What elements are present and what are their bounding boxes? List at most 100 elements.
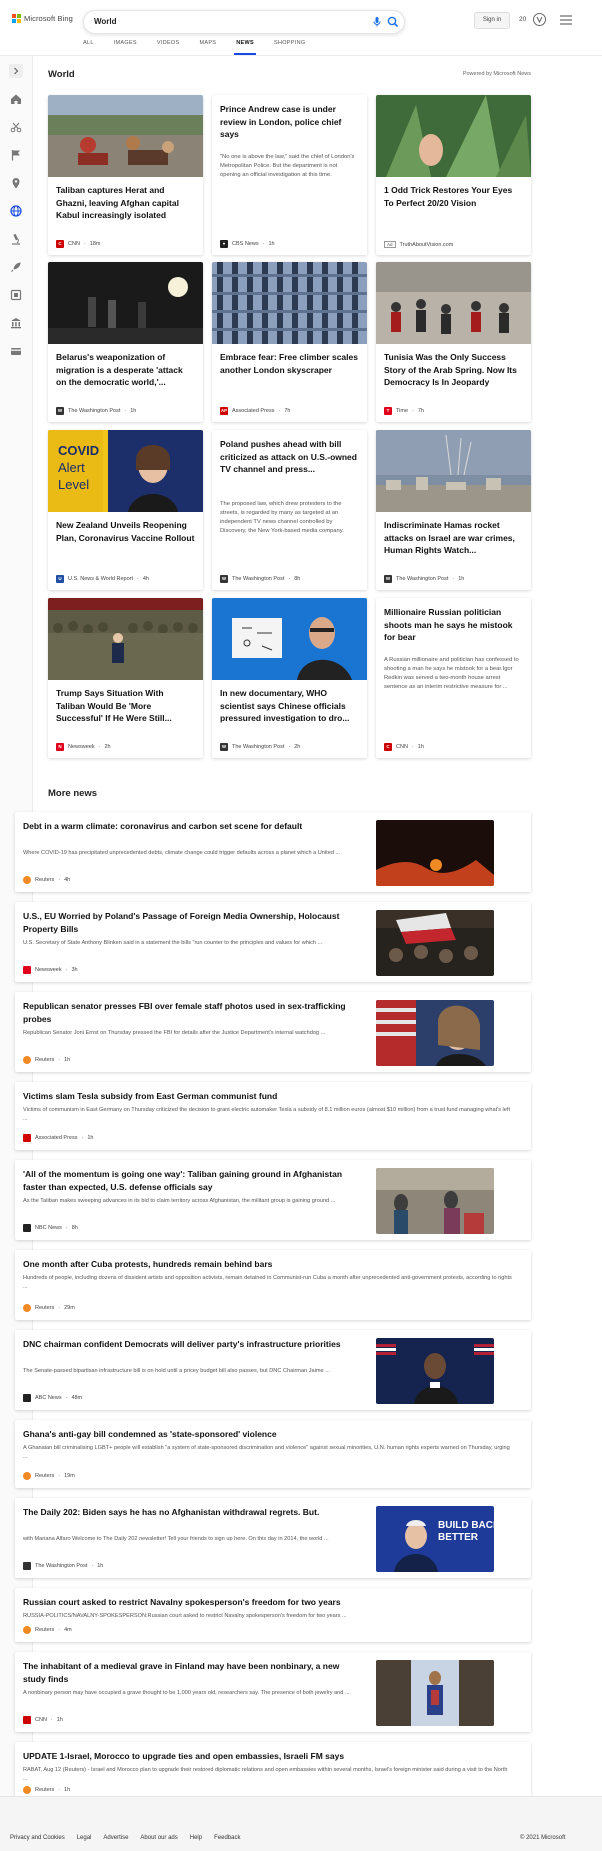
card-title[interactable]: Prince Andrew case is under review in Lo… <box>220 103 359 141</box>
news-card[interactable]: COVID Alert Level New Zealand Unveils Re… <box>48 430 203 590</box>
scissors-icon[interactable] <box>9 120 23 134</box>
footer-link-privacy[interactable]: Privacy and Cookies <box>10 1835 65 1841</box>
card-title[interactable]: Poland pushes ahead with bill criticized… <box>220 438 359 476</box>
footer-link-feedback[interactable]: Feedback <box>214 1835 240 1841</box>
source-name: Reuters <box>35 1473 55 1479</box>
card-title[interactable]: 1 Odd Trick Restores Your Eyes To Perfec… <box>384 184 523 209</box>
news-list-thumbnail[interactable] <box>376 910 494 976</box>
news-card[interactable]: Tunisia Was the Only Success Story of th… <box>376 262 531 422</box>
microphone-icon[interactable] <box>370 15 384 29</box>
news-list-item[interactable]: Ghana's anti-gay bill condemned as 'stat… <box>15 1420 531 1488</box>
card-source: ● CBS News · 1h <box>220 240 275 248</box>
card-title[interactable]: Indiscriminate Hamas rocket attacks on I… <box>384 519 523 557</box>
card-title[interactable]: Millionaire Russian politician shoots ma… <box>384 606 523 644</box>
news-list-title[interactable]: U.S., EU Worried by Poland's Passage of … <box>23 910 363 936</box>
news-list-title[interactable]: UPDATE 1-Israel, Morocco to upgrade ties… <box>23 1750 513 1763</box>
news-list-title[interactable]: The Daily 202: Biden says he has no Afgh… <box>23 1506 363 1519</box>
news-card[interactable]: Poland pushes ahead with bill criticized… <box>212 430 367 590</box>
globe-icon[interactable] <box>9 204 23 218</box>
news-list-title[interactable]: One month after Cuba protests, hundreds … <box>23 1258 513 1271</box>
rocket-icon[interactable] <box>9 260 23 274</box>
card-title[interactable]: Tunisia Was the Only Success Story of th… <box>384 351 523 389</box>
footer-link-help[interactable]: Help <box>190 1835 202 1841</box>
news-list-item[interactable]: Republican senator presses FBI over fema… <box>15 992 531 1072</box>
news-list-item[interactable]: DNC chairman confident Democrats will de… <box>15 1330 531 1410</box>
footer-link-advertise[interactable]: Advertise <box>103 1835 128 1841</box>
news-list-title[interactable]: DNC chairman confident Democrats will de… <box>23 1338 363 1351</box>
news-card[interactable]: Indiscriminate Hamas rocket attacks on I… <box>376 430 531 590</box>
news-list-thumbnail[interactable] <box>376 820 494 886</box>
microscope-icon[interactable] <box>9 232 23 246</box>
chevron-right-icon[interactable] <box>9 64 23 78</box>
news-list-item[interactable]: The inhabitant of a medieval grave in Fi… <box>15 1652 531 1732</box>
newsweek-logo-icon: N <box>56 743 64 751</box>
hamburger-menu-icon[interactable] <box>559 14 573 26</box>
card-title[interactable]: Embrace fear: Free climber scales anothe… <box>220 351 359 376</box>
flag-icon[interactable] <box>9 148 23 162</box>
bank-icon[interactable] <box>9 316 23 330</box>
rewards-medal-icon[interactable] <box>532 12 547 27</box>
news-list-item[interactable]: Victims slam Tesla subsidy from East Ger… <box>15 1082 531 1150</box>
bing-logo[interactable]: Microsoft Bing <box>12 14 73 23</box>
news-list-thumbnail[interactable]: BUILD BACKBETTER <box>376 1506 494 1572</box>
card-source: W The Washington Post · 2h <box>220 743 301 751</box>
news-list-title[interactable]: The inhabitant of a medieval grave in Fi… <box>23 1660 363 1686</box>
news-list-item[interactable]: The Daily 202: Biden says he has no Afgh… <box>15 1498 531 1578</box>
card-title[interactable]: Trump Says Situation With Taliban Would … <box>56 687 195 725</box>
news-list-item[interactable]: Russian court asked to restrict Navalny … <box>15 1588 531 1642</box>
news-list-item[interactable]: 'All of the momentum is going one way': … <box>15 1160 531 1240</box>
news-card[interactable]: In new documentary, WHO scientist says C… <box>212 598 367 758</box>
tab-videos[interactable]: VIDEOS <box>157 40 180 54</box>
news-list-thumbnail[interactable] <box>376 1660 494 1726</box>
news-list-title[interactable]: Republican senator presses FBI over fema… <box>23 1000 363 1026</box>
search-icon[interactable] <box>386 15 400 29</box>
news-list-item[interactable]: U.S., EU Worried by Poland's Passage of … <box>15 902 531 982</box>
search-box[interactable]: World <box>83 10 405 34</box>
tab-news[interactable]: NEWS <box>234 40 256 55</box>
source-logo-icon <box>23 1786 31 1794</box>
news-card[interactable]: 1 Odd Trick Restores Your Eyes To Perfec… <box>376 95 531 255</box>
film-icon[interactable] <box>9 288 23 302</box>
card-source: W The Washington Post · 1h <box>384 575 465 583</box>
footer-link-legal[interactable]: Legal <box>77 1835 92 1841</box>
footer-link-about-ads[interactable]: About our ads <box>140 1835 177 1841</box>
news-list-item[interactable]: One month after Cuba protests, hundreds … <box>15 1250 531 1320</box>
card-title[interactable]: Belarus's weaponization of migration is … <box>56 351 195 389</box>
location-icon[interactable] <box>9 176 23 190</box>
news-card[interactable]: Embrace fear: Free climber scales anothe… <box>212 262 367 422</box>
search-input[interactable]: World <box>94 17 117 26</box>
news-card[interactable]: Trump Says Situation With Taliban Would … <box>48 598 203 758</box>
tab-all[interactable]: ALL <box>83 40 94 54</box>
news-list-item[interactable]: Debt in a warm climate: coronavirus and … <box>15 812 531 892</box>
source-time: 19m <box>64 1473 75 1479</box>
news-card[interactable]: Taliban captures Herat and Ghazni, leavi… <box>48 95 203 255</box>
news-list-thumbnail[interactable] <box>376 1168 494 1234</box>
news-list-title[interactable]: 'All of the momentum is going one way': … <box>23 1168 363 1194</box>
source-name: Time <box>396 408 409 414</box>
separator-dot: · <box>58 1057 61 1063</box>
news-card[interactable]: Belarus's weaponization of migration is … <box>48 262 203 422</box>
news-list-title[interactable]: Ghana's anti-gay bill condemned as 'stat… <box>23 1428 513 1441</box>
tab-maps[interactable]: MAPS <box>199 40 216 54</box>
home-icon[interactable] <box>9 92 23 106</box>
card-source: T Time · 7h <box>384 407 424 415</box>
tab-images[interactable]: IMAGES <box>114 40 137 54</box>
card-title[interactable]: New Zealand Unveils Reopening Plan, Coro… <box>56 519 195 544</box>
rewards-count[interactable]: 20 <box>519 16 526 23</box>
news-list-title[interactable]: Debt in a warm climate: coronavirus and … <box>23 820 363 833</box>
card-title[interactable]: Taliban captures Herat and Ghazni, leavi… <box>56 184 195 222</box>
news-list-title[interactable]: Russian court asked to restrict Navalny … <box>23 1596 513 1609</box>
news-list-thumbnail[interactable] <box>376 1000 494 1066</box>
sign-in-button[interactable]: Sign in <box>474 12 510 29</box>
news-list-source: Reuters · 4h <box>23 876 70 884</box>
news-list-item[interactable]: UPDATE 1-Israel, Morocco to upgrade ties… <box>15 1742 531 1802</box>
card-title[interactable]: In new documentary, WHO scientist says C… <box>220 687 359 725</box>
search-tabs: ALL IMAGES VIDEOS MAPS NEWS SHOPPING <box>83 40 305 55</box>
news-card[interactable]: Prince Andrew case is under review in Lo… <box>212 95 367 255</box>
news-list-thumbnail[interactable] <box>376 1338 494 1404</box>
news-card[interactable]: Millionaire Russian politician shoots ma… <box>376 598 531 758</box>
card-icon[interactable] <box>9 344 23 358</box>
tab-shopping[interactable]: SHOPPING <box>274 40 305 54</box>
news-list-title[interactable]: Victims slam Tesla subsidy from East Ger… <box>23 1090 513 1103</box>
svg-text:Level: Level <box>58 477 89 492</box>
